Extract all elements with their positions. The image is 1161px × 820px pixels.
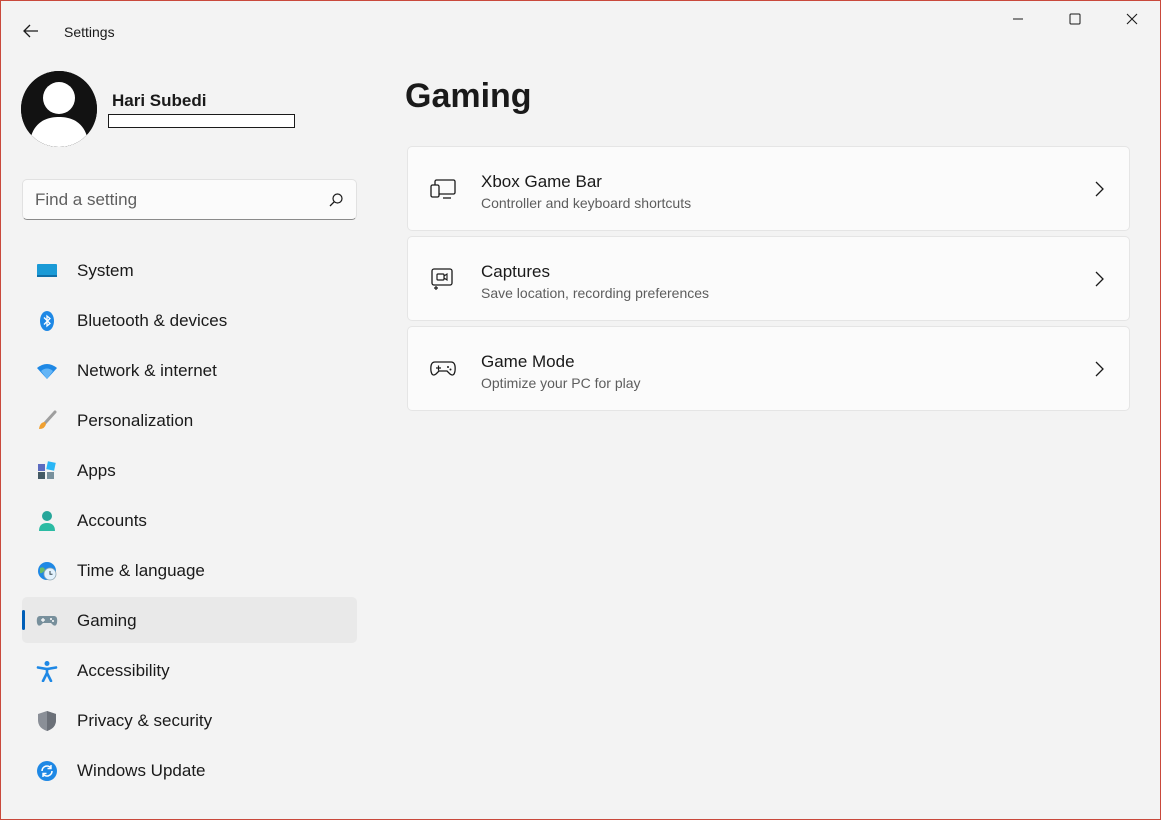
avatar[interactable]	[21, 71, 97, 147]
game-bar-icon	[428, 175, 458, 203]
game-mode-card[interactable]: Game Mode Optimize your PC for play	[407, 326, 1130, 411]
user-name: Hari Subedi	[112, 91, 207, 110]
sidebar-item-label: Personalization	[77, 411, 194, 430]
search-icon[interactable]	[326, 190, 346, 210]
person-icon	[36, 510, 58, 532]
user-email	[108, 114, 295, 128]
sidebar-item-accessibility[interactable]: Accessibility	[22, 647, 357, 693]
xbox-game-bar-card[interactable]: Xbox Game Bar Controller and keyboard sh…	[407, 146, 1130, 231]
minimize-button[interactable]	[989, 1, 1047, 41]
close-icon	[1126, 12, 1138, 30]
accessibility-icon	[36, 660, 58, 682]
settings-window: Settings Hari Subedi Find a setting Syst…	[0, 0, 1161, 820]
sidebar-item-label: Apps	[77, 461, 116, 480]
brush-icon	[36, 410, 58, 432]
game-mode-icon	[428, 355, 458, 383]
shield-icon	[36, 710, 58, 732]
sidebar-item-label: Time & language	[77, 561, 205, 580]
sidebar-item-bluetooth[interactable]: Bluetooth & devices	[22, 297, 357, 343]
sidebar-item-network[interactable]: Network & internet	[22, 347, 357, 393]
sidebar-item-gaming[interactable]: Gaming	[22, 597, 357, 643]
search-box	[22, 179, 357, 220]
gamepad-icon	[36, 610, 58, 632]
title-bar: Settings	[1, 1, 1160, 41]
search-input[interactable]	[35, 180, 315, 219]
close-button[interactable]	[1103, 1, 1161, 41]
sidebar-item-label: Windows Update	[77, 761, 206, 780]
maximize-button[interactable]	[1046, 1, 1104, 41]
back-arrow-icon	[23, 24, 39, 43]
sidebar-item-label: Privacy & security	[77, 711, 213, 730]
display-icon	[36, 260, 58, 282]
app-title: Settings	[64, 24, 115, 40]
bluetooth-icon	[36, 310, 58, 332]
apps-icon	[36, 460, 58, 482]
wifi-icon	[36, 360, 58, 382]
sidebar-item-time-language[interactable]: Time & language	[22, 547, 357, 593]
active-indicator	[22, 610, 25, 630]
chevron-right-icon	[1091, 269, 1107, 289]
sidebar-item-label: Bluetooth & devices	[77, 311, 228, 330]
sidebar-item-apps[interactable]: Apps	[22, 447, 357, 493]
capture-icon	[428, 265, 458, 293]
sidebar-item-accounts[interactable]: Accounts	[22, 497, 357, 543]
card-subtitle: Optimize your PC for play	[481, 375, 641, 391]
user-profile: Hari Subedi	[21, 71, 361, 151]
sidebar-item-privacy-security[interactable]: Privacy & security	[22, 697, 357, 743]
settings-cards: Xbox Game Bar Controller and keyboard sh…	[407, 146, 1130, 416]
card-subtitle: Save location, recording preferences	[481, 285, 710, 301]
sidebar-item-label: Accounts	[77, 511, 147, 530]
sidebar-item-label: Network & internet	[77, 361, 217, 380]
sidebar-item-label: Accessibility	[77, 661, 170, 680]
sidebar-item-personalization[interactable]: Personalization	[22, 397, 357, 443]
page-title: Gaming	[405, 77, 532, 115]
card-title: Captures	[481, 262, 550, 281]
sidebar-item-label: System	[77, 261, 134, 280]
sidebar-item-label: Gaming	[77, 611, 137, 630]
back-button[interactable]	[15, 19, 47, 47]
card-title: Game Mode	[481, 352, 575, 371]
chevron-right-icon	[1091, 179, 1107, 199]
sidebar-nav: System Bluetooth & devices Network & int…	[22, 247, 357, 797]
maximize-icon	[1069, 12, 1081, 30]
card-title: Xbox Game Bar	[481, 172, 602, 191]
captures-card[interactable]: Captures Save location, recording prefer…	[407, 236, 1130, 321]
minimize-icon	[1012, 12, 1024, 30]
update-icon	[36, 760, 58, 782]
sidebar-item-windows-update[interactable]: Windows Update	[22, 747, 357, 793]
chevron-right-icon	[1091, 359, 1107, 379]
sidebar-item-system[interactable]: System	[22, 247, 357, 293]
globe-clock-icon	[36, 560, 58, 582]
card-subtitle: Controller and keyboard shortcuts	[481, 195, 692, 211]
